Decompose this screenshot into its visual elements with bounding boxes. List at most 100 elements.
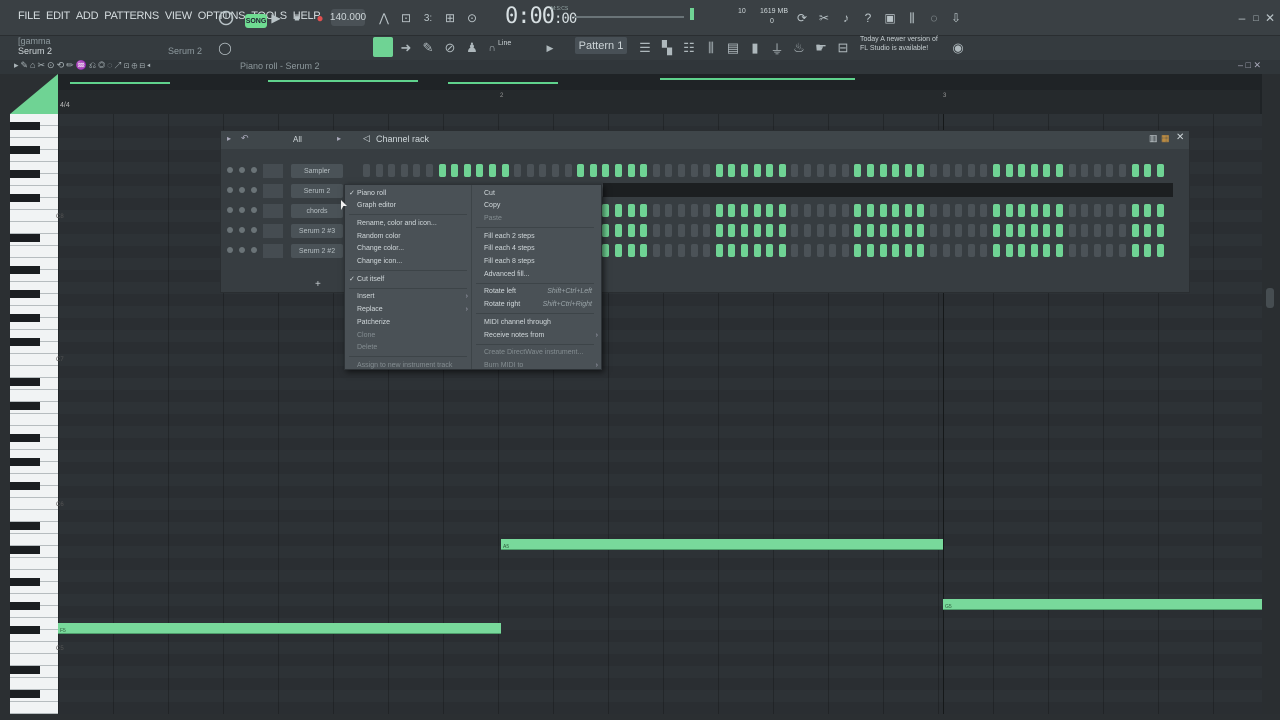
menu-item-cut[interactable]: Cut <box>472 187 602 199</box>
cart-icon[interactable]: ⊟ <box>833 38 853 58</box>
step-button[interactable] <box>904 244 912 257</box>
mixer-window-icon[interactable]: ⫼ <box>701 38 721 58</box>
pattern-arrow-icon[interactable]: ▶ <box>540 38 560 58</box>
step-button[interactable] <box>1068 244 1076 257</box>
step-button[interactable] <box>728 204 736 217</box>
step-button[interactable] <box>892 244 900 257</box>
pan-knob[interactable] <box>239 167 245 173</box>
bar-ruler[interactable]: 4/4 2 3 <box>58 90 1260 114</box>
step-button[interactable] <box>665 204 673 217</box>
step-button[interactable] <box>879 204 887 217</box>
step-button[interactable] <box>1005 164 1013 177</box>
step-button[interactable] <box>741 204 748 217</box>
step-button[interactable] <box>665 244 673 257</box>
mixer-track-selector[interactable] <box>263 184 283 198</box>
step-button[interactable] <box>917 204 925 217</box>
step-button[interactable] <box>602 244 610 257</box>
step-button[interactable] <box>930 204 937 217</box>
step-button[interactable] <box>1093 224 1101 237</box>
step-button[interactable] <box>955 204 963 217</box>
step-button[interactable] <box>426 164 433 177</box>
step-button[interactable] <box>867 164 874 177</box>
menu-item-random-color[interactable]: Random color <box>345 230 472 242</box>
channel-name-button[interactable]: Sampler <box>291 164 343 178</box>
step-button[interactable] <box>728 164 736 177</box>
step-button[interactable] <box>967 224 975 237</box>
step-button[interactable] <box>804 204 811 217</box>
step-button[interactable] <box>816 244 824 257</box>
step-button[interactable] <box>703 164 711 177</box>
wait-input-icon[interactable]: ⊡ <box>396 8 416 28</box>
step-button[interactable] <box>904 224 912 237</box>
pan-knob[interactable] <box>239 227 245 233</box>
step-button[interactable] <box>829 224 837 237</box>
step-button[interactable] <box>476 164 484 177</box>
note-block[interactable]: F5 <box>58 623 501 634</box>
step-button[interactable] <box>930 164 937 177</box>
step-button[interactable] <box>388 164 396 177</box>
step-button[interactable] <box>652 164 660 177</box>
step-button[interactable] <box>904 164 912 177</box>
step-button[interactable] <box>1018 224 1026 237</box>
touch-icon[interactable]: ☛ <box>811 38 831 58</box>
step-button[interactable] <box>1018 164 1026 177</box>
step-button[interactable] <box>993 164 1000 177</box>
step-button[interactable] <box>640 204 648 217</box>
rack-undo-icon[interactable]: ↶ <box>241 133 249 144</box>
step-button[interactable] <box>665 224 673 237</box>
menu-view[interactable]: VIEW <box>165 10 192 22</box>
step-button[interactable] <box>703 204 711 217</box>
link-icon[interactable]: ⊘ <box>440 38 460 58</box>
pattern-selector[interactable]: Pattern 1 <box>575 37 627 54</box>
step-button[interactable] <box>1068 164 1076 177</box>
mixer-track-selector[interactable] <box>263 224 283 238</box>
step-button[interactable] <box>615 164 622 177</box>
step-button[interactable] <box>791 204 799 217</box>
step-button[interactable] <box>955 244 963 257</box>
step-button[interactable] <box>690 224 698 237</box>
loop-record-icon[interactable]: ⊙ <box>462 8 482 28</box>
mixer-icon[interactable]: ⫼ <box>902 8 922 28</box>
step-button[interactable] <box>1106 204 1114 217</box>
step-button[interactable] <box>1131 164 1139 177</box>
step-button[interactable] <box>993 224 1000 237</box>
step-button[interactable] <box>438 164 446 177</box>
step-button[interactable] <box>867 224 874 237</box>
channel-name-button[interactable]: chords <box>291 204 343 218</box>
record-icon[interactable]: ● <box>310 8 330 28</box>
step-button[interactable] <box>753 204 761 217</box>
step-button[interactable] <box>413 164 421 177</box>
step-button[interactable] <box>766 244 774 257</box>
step-button[interactable] <box>917 244 925 257</box>
step-button[interactable] <box>879 244 887 257</box>
stop-icon[interactable]: ■ <box>287 8 307 28</box>
pan-knob[interactable] <box>239 247 245 253</box>
step-button[interactable] <box>1056 244 1063 257</box>
step-button[interactable] <box>715 164 723 177</box>
step-button[interactable] <box>829 244 837 257</box>
step-button[interactable] <box>1119 244 1126 257</box>
menu-item-burn-midi-to[interactable]: Burn MIDI to › <box>472 359 602 371</box>
mute-led[interactable] <box>227 247 233 253</box>
step-button[interactable] <box>690 204 698 217</box>
step-button[interactable] <box>892 224 900 237</box>
step-button[interactable] <box>627 244 635 257</box>
step-button[interactable] <box>741 164 748 177</box>
step-button[interactable] <box>640 164 648 177</box>
playlist-icon[interactable]: ☰ <box>635 38 655 58</box>
close-window-icon[interactable]: ✕ <box>1260 8 1280 28</box>
step-button[interactable] <box>489 164 496 177</box>
step-button[interactable] <box>1068 204 1076 217</box>
time-signature[interactable]: 4/4 <box>60 102 70 109</box>
help-icon[interactable]: ? <box>858 8 878 28</box>
mixer-track-selector[interactable] <box>263 244 283 258</box>
step-button[interactable] <box>930 244 937 257</box>
step-button[interactable] <box>715 204 723 217</box>
step-button[interactable] <box>615 244 622 257</box>
menu-item-paste[interactable]: Paste <box>472 212 602 224</box>
step-button[interactable] <box>816 164 824 177</box>
step-button[interactable] <box>879 164 887 177</box>
step-button[interactable] <box>640 224 648 237</box>
step-edit-icon[interactable]: ⊞ <box>440 8 460 28</box>
step-button[interactable] <box>1056 204 1063 217</box>
